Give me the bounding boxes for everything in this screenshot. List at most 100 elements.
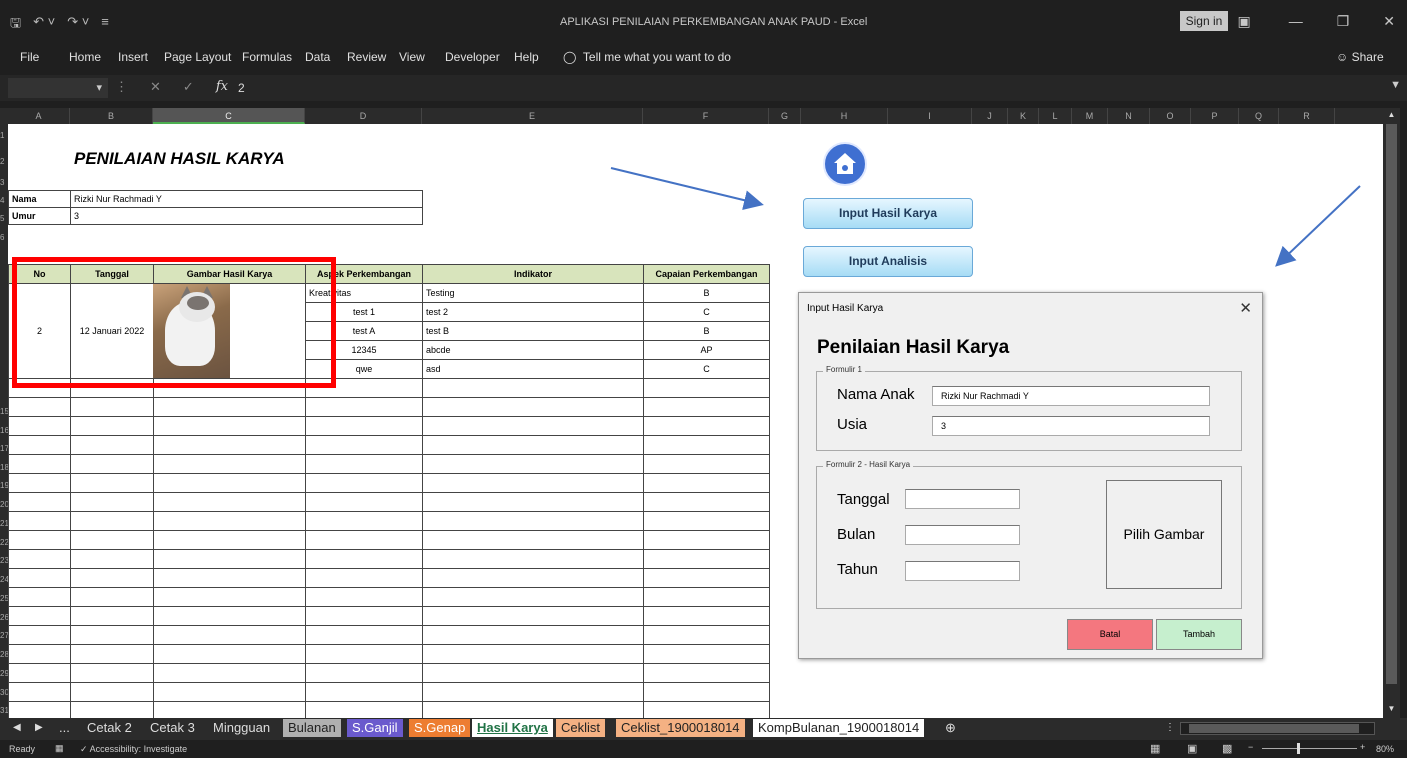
tab-page-layout[interactable]: Page Layout [164, 50, 231, 64]
tell-me-search[interactable]: ◯ Tell me what you want to do [563, 50, 731, 64]
minimize-icon[interactable]: — [1289, 13, 1303, 30]
col-header-i[interactable]: I [888, 108, 972, 124]
expand-formula-bar-icon[interactable]: ▼ [1390, 79, 1401, 91]
ribbon-display-icon[interactable]: ▣ [1237, 13, 1250, 30]
row-header[interactable]: 31 [0, 706, 8, 715]
row-header[interactable]: 4 [0, 196, 4, 205]
tab-view[interactable]: View [399, 50, 425, 64]
col-header-e[interactable]: E [422, 108, 643, 124]
sheet-tab[interactable]: Bulanan [283, 719, 341, 737]
row-header[interactable]: 18 [0, 463, 8, 472]
tab-data[interactable]: Data [305, 50, 330, 64]
col-header-f[interactable]: F [643, 108, 769, 124]
bulan-input[interactable] [905, 525, 1020, 545]
share-button[interactable]: ☺ Share [1336, 50, 1384, 64]
row-header[interactable]: 21 [0, 519, 8, 528]
col-header-b[interactable]: B [70, 108, 153, 124]
col-header-k[interactable]: K [1008, 108, 1039, 124]
sheet-tab[interactable]: Cetak 2 [82, 719, 137, 737]
cancel-icon[interactable]: ✕ [150, 79, 161, 95]
tab-home[interactable]: Home [69, 50, 101, 64]
row-header[interactable]: 1 [0, 131, 4, 140]
batal-button[interactable]: Batal [1067, 619, 1153, 650]
more-tabs-icon[interactable]: ... [54, 719, 75, 737]
tahun-input[interactable] [905, 561, 1020, 581]
redo-icon[interactable]: ↷ ˅ [67, 14, 89, 36]
col-header-m[interactable]: M [1072, 108, 1108, 124]
page-break-view-icon[interactable]: ▩ [1222, 742, 1232, 755]
save-icon[interactable]: 🖫 [10, 14, 21, 36]
col-header-p[interactable]: P [1191, 108, 1239, 124]
sheet-tab[interactable]: KompBulanan_1900018014 [753, 719, 925, 737]
tab-developer[interactable]: Developer [445, 50, 500, 64]
tab-file[interactable]: File [20, 50, 39, 64]
col-header-d[interactable]: D [305, 108, 422, 124]
col-header-n[interactable]: N [1108, 108, 1150, 124]
restore-icon[interactable]: ❐ [1337, 13, 1350, 30]
nama-anak-input[interactable]: Rizki Nur Rachmadi Y [932, 386, 1210, 406]
normal-view-icon[interactable]: ▦ [1150, 742, 1160, 755]
row-header[interactable]: 6 [0, 233, 4, 242]
tanggal-input[interactable] [905, 489, 1020, 509]
new-sheet-button[interactable]: ⊕ [940, 719, 961, 737]
undo-icon[interactable]: ↶ ˅ [33, 14, 55, 36]
col-header-h[interactable]: H [801, 108, 888, 124]
col-header-a[interactable]: A [8, 108, 70, 124]
insert-function-icon[interactable]: fx [216, 79, 228, 95]
sheet-tab[interactable]: Ceklist [556, 719, 606, 737]
col-header-o[interactable]: O [1150, 108, 1191, 124]
row-header[interactable]: 16 [0, 426, 8, 435]
row-header[interactable]: 15 [0, 407, 8, 416]
tab-review[interactable]: Review [347, 50, 386, 64]
sheet-tab[interactable]: Ceklist_1900018014 [616, 719, 745, 737]
close-icon[interactable]: ✕ [1383, 13, 1395, 30]
macro-recorder-icon[interactable]: ▦ [55, 743, 64, 754]
row-header[interactable]: 17 [0, 444, 8, 453]
sheet-tab[interactable]: Cetak 3 [145, 719, 200, 737]
zoom-out-icon[interactable]: − [1248, 742, 1253, 752]
row-header[interactable]: 2 [0, 157, 4, 166]
col-header-q[interactable]: Q [1239, 108, 1279, 124]
formula-input[interactable]: 2 [238, 78, 1388, 98]
row-header[interactable]: 27 [0, 631, 8, 640]
customize-toolbar-icon[interactable]: ≡ [101, 14, 109, 36]
row-header[interactable]: 29 [0, 669, 8, 678]
row-header[interactable]: 25 [0, 594, 8, 603]
tab-scroll-right-icon[interactable]: ▶ [30, 719, 48, 737]
tab-help[interactable]: Help [514, 50, 539, 64]
row-header[interactable]: 22 [0, 538, 8, 547]
tab-splitter-icon[interactable]: ⋮ [1160, 719, 1180, 737]
pilih-gambar-button[interactable]: Pilih Gambar [1106, 480, 1222, 589]
input-analisis-button[interactable]: Input Analisis [803, 246, 973, 277]
more-icon[interactable]: ⋮ [115, 79, 128, 95]
scroll-down-icon[interactable]: ▼ [1386, 704, 1397, 714]
sheet-tab-active[interactable]: Hasil Karya [472, 719, 553, 737]
accessibility-status[interactable]: ✓ Accessibility: Investigate [80, 744, 187, 755]
zoom-level[interactable]: 80% [1376, 744, 1394, 754]
sheet-tab[interactable]: Mingguan [208, 719, 275, 737]
row-header[interactable]: 24 [0, 575, 8, 584]
col-header-c[interactable]: C [153, 108, 305, 124]
enter-icon[interactable]: ✓ [183, 79, 194, 95]
row-header[interactable]: 26 [0, 613, 8, 622]
name-box[interactable]: ▾ [8, 78, 108, 98]
col-header-j[interactable]: J [972, 108, 1008, 124]
home-button[interactable] [823, 142, 867, 186]
col-header-r[interactable]: R [1279, 108, 1335, 124]
scroll-up-icon[interactable]: ▲ [1386, 110, 1397, 120]
col-header-g[interactable]: G [769, 108, 801, 124]
tab-scroll-left-icon[interactable]: ◀ [8, 719, 26, 737]
row-header[interactable]: 20 [0, 500, 8, 509]
close-icon[interactable]: ✕ [1239, 299, 1252, 317]
page-layout-view-icon[interactable]: ▣ [1187, 742, 1197, 755]
sign-in-button[interactable]: Sign in [1180, 11, 1228, 31]
zoom-slider[interactable] [1262, 743, 1357, 754]
horizontal-scroll-thumb[interactable] [1189, 724, 1359, 733]
row-header[interactable]: 28 [0, 650, 8, 659]
row-header[interactable]: 19 [0, 481, 8, 490]
usia-input[interactable]: 3 [932, 416, 1210, 436]
row-header[interactable]: 30 [0, 688, 8, 697]
sheet-tab[interactable]: S.Ganjil [347, 719, 403, 737]
tab-insert[interactable]: Insert [118, 50, 148, 64]
zoom-in-icon[interactable]: + [1360, 742, 1365, 752]
